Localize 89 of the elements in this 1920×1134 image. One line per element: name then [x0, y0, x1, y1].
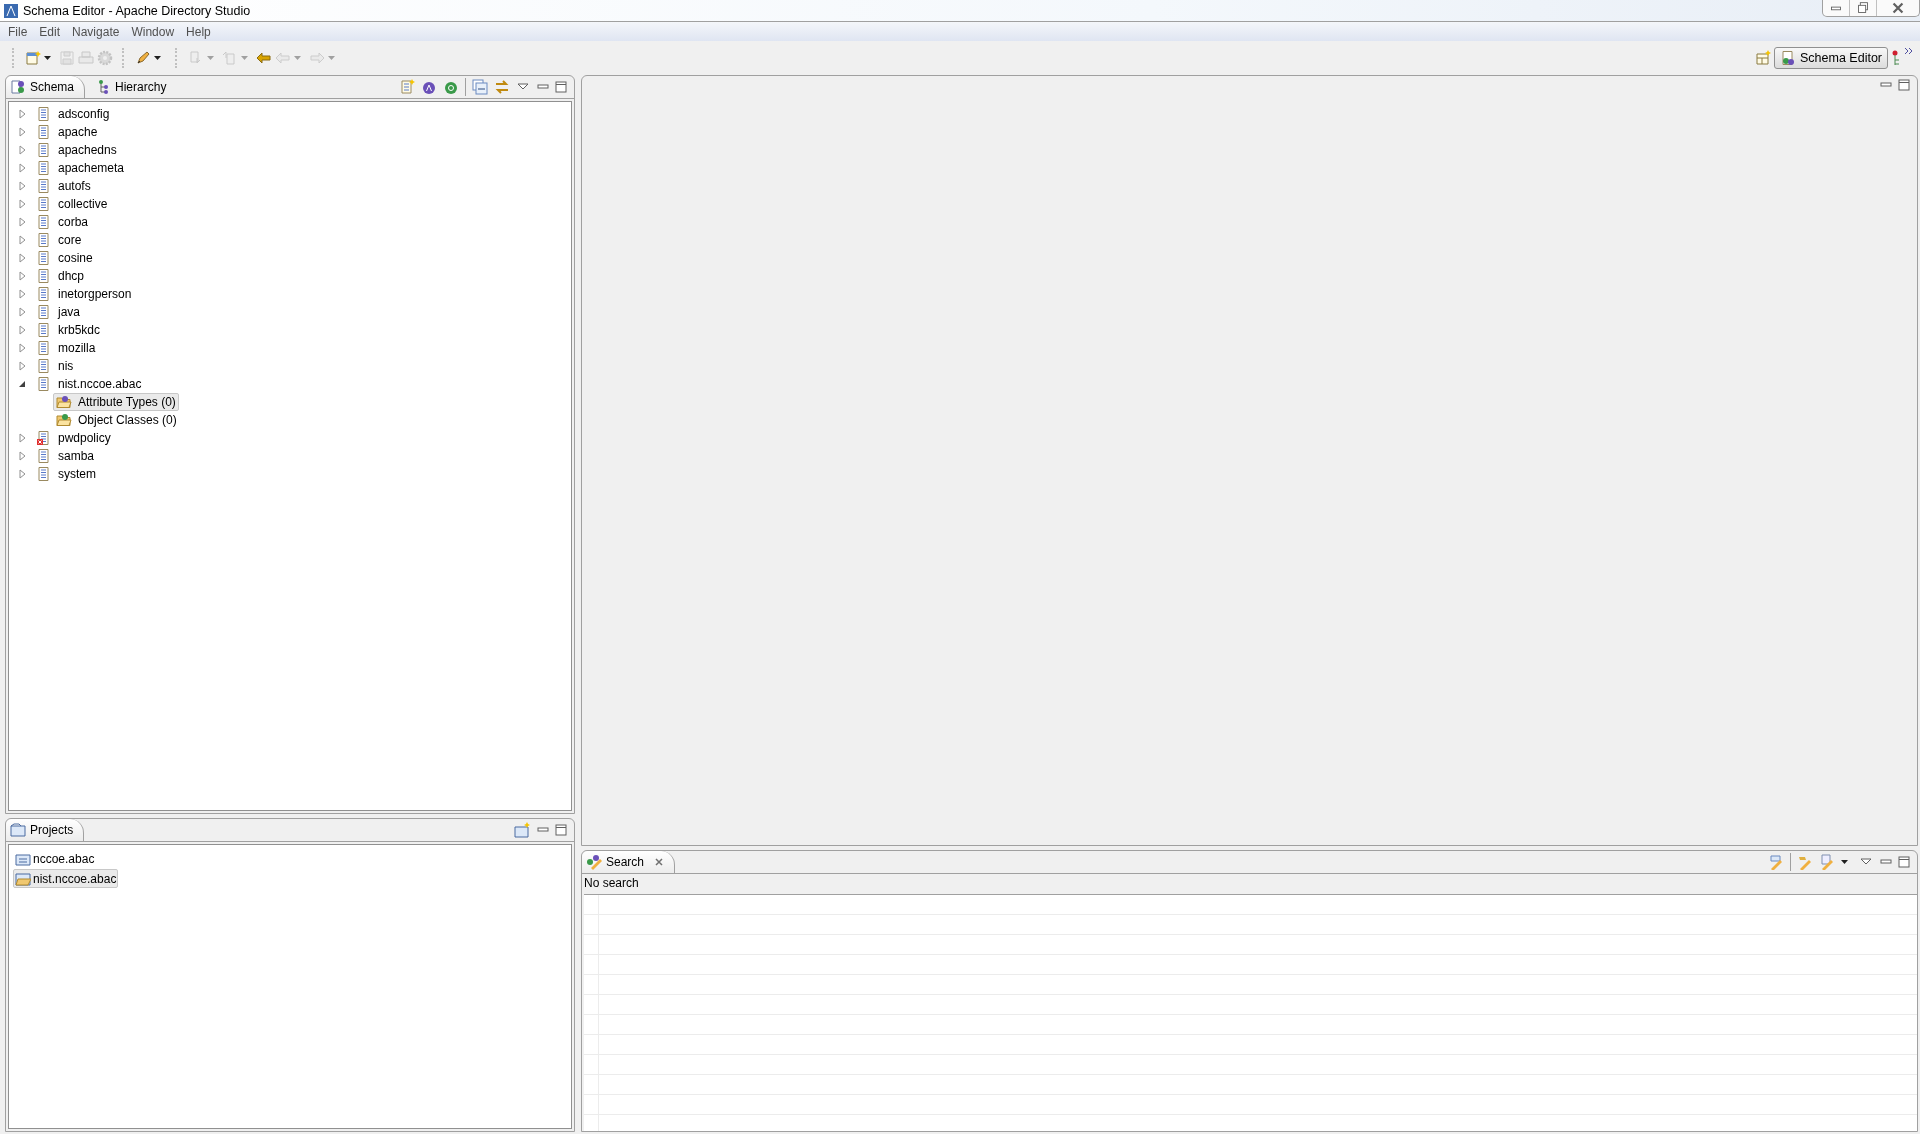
more-perspectives-icon[interactable] — [1904, 47, 1914, 55]
maximize-icon[interactable] — [1897, 855, 1911, 869]
tree-item[interactable]: java — [33, 303, 83, 321]
menu-item[interactable]: Help — [180, 24, 217, 39]
project-item[interactable]: nccoe.abac — [13, 849, 97, 868]
new-schema-icon[interactable] — [399, 79, 415, 95]
schema-file-icon — [36, 232, 52, 248]
tree-item[interactable]: inetorgperson — [33, 285, 135, 303]
schema-file-icon — [36, 250, 52, 266]
schema-file-icon — [36, 448, 52, 464]
last-edit-icon[interactable] — [256, 50, 272, 66]
save-icon[interactable] — [59, 50, 75, 66]
project-icon — [10, 822, 26, 838]
pen-icon[interactable] — [135, 50, 151, 66]
schema-file-icon — [36, 214, 52, 230]
tree-item[interactable]: apache — [33, 123, 101, 141]
new-object-class-icon[interactable] — [443, 79, 459, 95]
tree-item[interactable]: cosine — [33, 249, 96, 267]
tree-item[interactable]: core — [33, 231, 85, 249]
tree-item[interactable]: nist.nccoe.abac — [33, 375, 145, 393]
schema-file-icon — [36, 268, 52, 284]
menu-item[interactable]: Edit — [33, 24, 67, 39]
search-document-icon[interactable] — [1819, 854, 1835, 870]
schema-file-icon — [36, 466, 52, 482]
maximize-icon[interactable] — [554, 80, 568, 94]
perspective-button[interactable]: Schema Editor — [1774, 47, 1888, 69]
tree-item[interactable]: pwdpolicy — [33, 429, 114, 447]
forward-icon[interactable] — [309, 50, 325, 66]
schema-file-icon — [36, 178, 52, 194]
maximize-icon[interactable] — [1897, 78, 1911, 92]
view-tab[interactable]: Projects — [6, 819, 85, 841]
schema-file-icon — [36, 322, 52, 338]
search-history-icon[interactable] — [1797, 854, 1813, 870]
schema-file-icon — [36, 304, 52, 320]
schema-file-icon — [36, 358, 52, 374]
print-icon[interactable] — [78, 50, 94, 66]
schema-editor-icon — [1780, 50, 1796, 66]
link-with-editor-icon[interactable] — [494, 79, 510, 95]
view-tab[interactable]: Hierarchy — [91, 76, 177, 98]
menu-item[interactable]: Navigate — [66, 24, 126, 39]
tree-item[interactable]: Attribute Types (0) — [53, 393, 179, 411]
schema-file-icon — [36, 376, 52, 392]
menu-item[interactable]: File — [2, 24, 34, 39]
tree-item[interactable]: system — [33, 465, 99, 483]
previous-annotation-icon[interactable] — [222, 50, 238, 66]
tree-item[interactable]: autofs — [33, 177, 94, 195]
folder-icon — [56, 394, 72, 410]
tree-item[interactable]: apachemeta — [33, 159, 128, 177]
tree-item[interactable]: collective — [33, 195, 111, 213]
clear-search-icon[interactable] — [1768, 854, 1784, 870]
tree-item[interactable]: krb5kdc — [33, 321, 104, 339]
dropdown-arrow-icon[interactable] — [44, 54, 52, 62]
menu-item[interactable]: Window — [125, 24, 181, 39]
open-perspective-icon[interactable] — [1755, 50, 1771, 66]
search-status: No search — [583, 875, 640, 892]
tree-item[interactable]: Object Classes (0) — [53, 411, 180, 429]
window-title: Schema Editor - Apache Directory Studio — [23, 3, 251, 18]
schema-file-icon — [36, 106, 52, 122]
open-project-icon — [15, 870, 31, 887]
new-project-icon[interactable] — [514, 822, 530, 838]
view-tab[interactable]: Search — [582, 851, 676, 873]
tree-item[interactable]: nis — [33, 357, 77, 375]
search-icon — [586, 854, 602, 870]
dropdown-arrow-icon[interactable] — [154, 54, 162, 62]
maximize-icon[interactable] — [554, 823, 568, 837]
folder-icon — [56, 412, 72, 428]
schema-file-icon — [36, 124, 52, 140]
schema-file-icon — [36, 340, 52, 356]
pin-icon[interactable] — [1891, 50, 1901, 66]
schema-icon — [10, 79, 26, 95]
gear-icon[interactable] — [97, 50, 113, 66]
schema-error-icon — [36, 430, 52, 446]
schema-file-icon — [36, 286, 52, 302]
tree-item[interactable]: apachedns — [33, 141, 120, 159]
app-icon — [3, 2, 19, 19]
tree-item[interactable]: mozilla — [33, 339, 99, 357]
tree-item[interactable]: corba — [33, 213, 92, 231]
dropdown-arrow-icon[interactable] — [1841, 858, 1849, 866]
schema-file-icon — [36, 196, 52, 212]
project-item[interactable]: nist.nccoe.abac — [13, 869, 119, 888]
schema-file-icon — [36, 142, 52, 158]
new-attribute-type-icon[interactable] — [421, 79, 437, 95]
schema-file-icon — [36, 160, 52, 176]
view-tab[interactable]: Schema — [6, 76, 86, 98]
tree-item[interactable]: dhcp — [33, 267, 88, 285]
tree-item[interactable]: adsconfig — [33, 105, 113, 123]
close-icon[interactable] — [654, 857, 665, 867]
tree-item[interactable]: samba — [33, 447, 98, 465]
collapse-all-icon[interactable] — [472, 79, 488, 95]
